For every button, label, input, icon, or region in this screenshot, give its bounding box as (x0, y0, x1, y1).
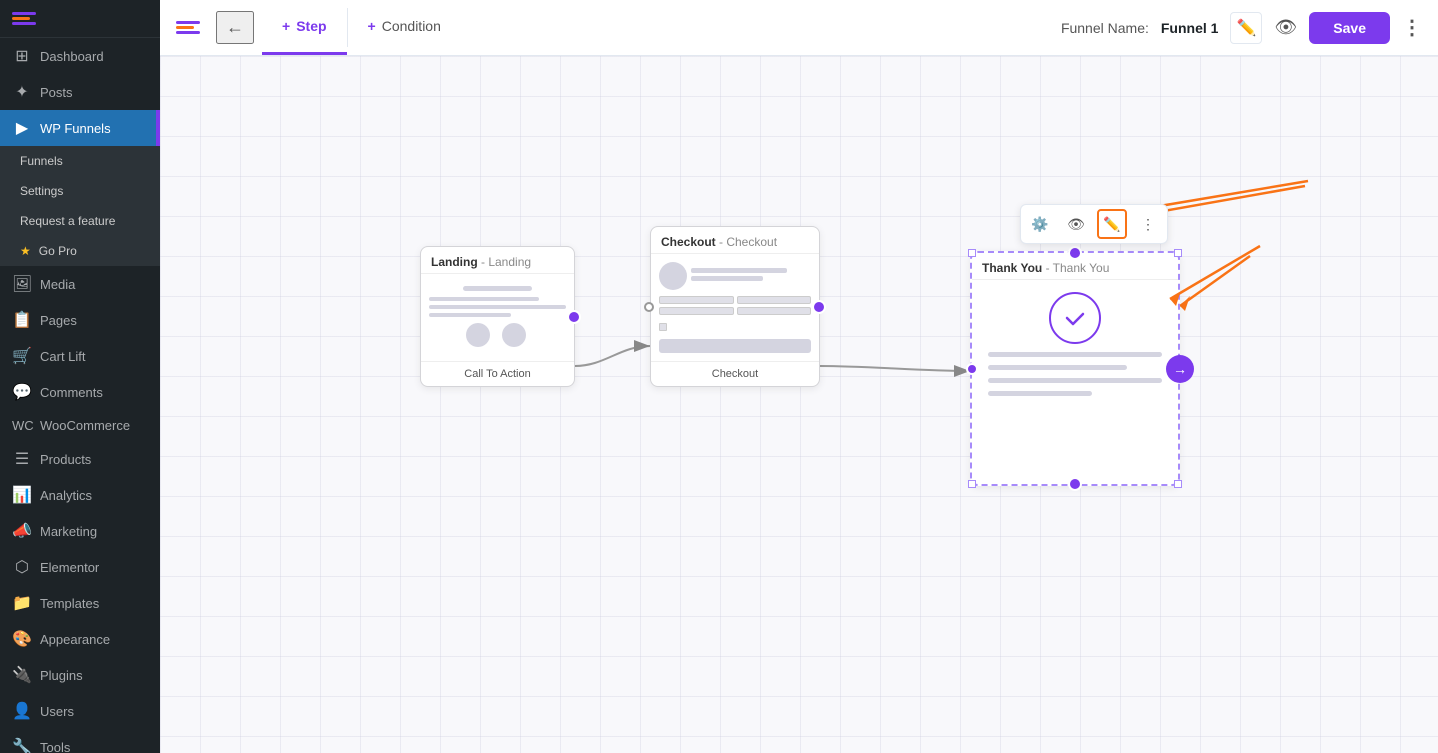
users-icon: 👤 (12, 701, 32, 721)
corner-handle-br (1174, 480, 1182, 488)
more-options-button[interactable]: ⋮ (1402, 15, 1422, 40)
sidebar: ⊞ Dashboard ✦ Posts ▶ WP Funnels Funnels… (0, 0, 160, 753)
checkout-handle-left[interactable] (644, 302, 654, 312)
sidebar-item-tools[interactable]: 🔧 Tools (0, 729, 160, 753)
wp-logo-icon (12, 12, 36, 25)
templates-icon: 📁 (12, 593, 32, 613)
node-checkout[interactable]: Checkout - Checkout (650, 226, 820, 387)
comments-icon: 💬 (12, 382, 32, 402)
marketing-icon: 📣 (12, 521, 32, 541)
tools-icon: 🔧 (12, 737, 32, 753)
sidebar-item-analytics[interactable]: 📊 Analytics (0, 477, 160, 513)
posts-icon: ✦ (12, 82, 32, 102)
thankyou-check-icon (1049, 292, 1101, 344)
sidebar-item-funnels[interactable]: Funnels (0, 146, 160, 176)
products-icon: ☰ (12, 449, 32, 469)
landing-handle-right[interactable] (567, 310, 581, 324)
funnel-name-value: Funnel 1 (1161, 20, 1219, 36)
corner-handle-tl (968, 249, 976, 257)
thankyou-handle-left[interactable] (966, 363, 978, 375)
funnel-canvas: Landing - Landing Call To Action Checkou… (160, 56, 1438, 753)
media-icon: 🖼 (12, 274, 32, 294)
thankyou-node-preview (972, 280, 1178, 412)
topbar-right: Funnel Name: Funnel 1 ✏️ 👁 Save ⋮ (1061, 12, 1422, 44)
sidebar-item-users[interactable]: 👤 Users (0, 693, 160, 729)
thankyou-add-next[interactable]: → (1166, 355, 1194, 383)
landing-node-preview (421, 274, 574, 361)
annotation-overlay (160, 56, 1438, 753)
main-content: ← + Step + Condition Funnel Name: Funnel… (160, 0, 1438, 753)
woocommerce-icon: WC (12, 418, 32, 433)
action-settings-button[interactable]: ⚙️ (1025, 209, 1055, 239)
cart-lift-icon: 🛒 (12, 346, 32, 366)
sidebar-item-woocommerce[interactable]: WC WooCommerce (0, 410, 160, 441)
checkout-node-title: Checkout - Checkout (651, 227, 819, 254)
pages-icon: 📋 (12, 310, 32, 330)
tab-condition[interactable]: + Condition (348, 0, 461, 55)
checkout-node-footer[interactable]: Checkout (651, 361, 819, 386)
sidebar-item-wp-funnels[interactable]: ▶ WP Funnels (0, 110, 160, 146)
wp-funnels-submenu: Funnels Settings Request a feature ★ Go … (0, 146, 160, 266)
topbar-logo (176, 21, 200, 34)
sidebar-item-elementor[interactable]: ⬡ Elementor (0, 549, 160, 585)
sidebar-item-comments[interactable]: 💬 Comments (0, 374, 160, 410)
thankyou-handle-top[interactable] (1068, 246, 1082, 260)
edit-funnel-name-button[interactable]: ✏️ (1230, 12, 1262, 44)
sidebar-item-products[interactable]: ☰ Products (0, 441, 160, 477)
sidebar-item-go-pro[interactable]: ★ Go Pro (0, 236, 160, 266)
appearance-icon: 🎨 (12, 629, 32, 649)
thankyou-handle-bottom[interactable] (1068, 477, 1082, 491)
sidebar-item-settings[interactable]: Settings (0, 176, 160, 206)
sidebar-item-request-feature[interactable]: Request a feature (0, 206, 160, 236)
checkout-node-preview (651, 254, 819, 361)
corner-handle-bl (968, 480, 976, 488)
back-button[interactable]: ← (216, 11, 254, 44)
save-button[interactable]: Save (1309, 12, 1390, 44)
landing-node-title: Landing - Landing (421, 247, 574, 274)
action-edit-button[interactable]: ✏️ (1097, 209, 1127, 239)
node-landing[interactable]: Landing - Landing Call To Action (420, 246, 575, 387)
corner-handle-tr (1174, 249, 1182, 257)
topbar-logo-icon (176, 21, 200, 34)
connections-svg (160, 56, 1438, 753)
dashboard-icon: ⊞ (12, 46, 32, 66)
sidebar-item-appearance[interactable]: 🎨 Appearance (0, 621, 160, 657)
sidebar-item-pages[interactable]: 📋 Pages (0, 302, 160, 338)
landing-node-cta[interactable]: Call To Action (421, 361, 574, 386)
preview-button[interactable]: 👁 (1274, 17, 1297, 38)
action-more-button[interactable]: ⋮ (1133, 209, 1163, 239)
sidebar-item-templates[interactable]: 📁 Templates (0, 585, 160, 621)
sidebar-item-marketing[interactable]: 📣 Marketing (0, 513, 160, 549)
wp-funnels-icon: ▶ (12, 118, 32, 138)
topbar-tabs: + Step + Condition (262, 0, 461, 55)
elementor-icon: ⬡ (12, 557, 32, 577)
node-action-toolbar: ⚙️ 👁 ✏️ ⋮ (1020, 204, 1168, 244)
star-icon: ★ (20, 244, 31, 258)
sidebar-item-posts[interactable]: ✦ Posts (0, 74, 160, 110)
checkout-handle-right[interactable] (812, 300, 826, 314)
plugins-icon: 🔌 (12, 665, 32, 685)
tab-step[interactable]: + Step (262, 0, 347, 55)
sidebar-item-plugins[interactable]: 🔌 Plugins (0, 657, 160, 693)
sidebar-item-dashboard[interactable]: ⊞ Dashboard (0, 38, 160, 74)
sidebar-logo (0, 0, 160, 38)
funnel-name-label: Funnel Name: (1061, 20, 1149, 36)
node-thankyou[interactable]: → Thank You - Thank You (970, 251, 1180, 486)
topbar: ← + Step + Condition Funnel Name: Funnel… (160, 0, 1438, 56)
sidebar-item-cart-lift[interactable]: 🛒 Cart Lift (0, 338, 160, 374)
action-preview-button[interactable]: 👁 (1061, 209, 1091, 239)
analytics-icon: 📊 (12, 485, 32, 505)
sidebar-item-media[interactable]: 🖼 Media (0, 266, 160, 302)
thankyou-content-lines (988, 352, 1162, 400)
